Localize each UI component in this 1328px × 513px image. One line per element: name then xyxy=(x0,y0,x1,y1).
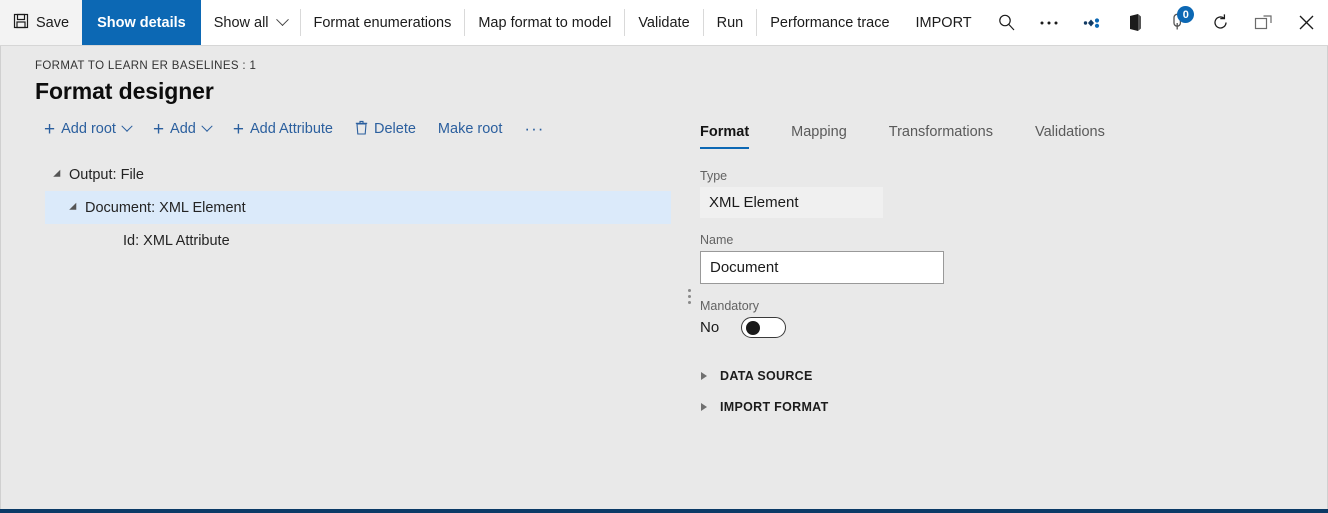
show-details-label: Show details xyxy=(97,14,186,31)
tree-node-document-xml-element[interactable]: Document: XML Element xyxy=(45,191,671,224)
expand-collapse-icon[interactable] xyxy=(47,170,69,180)
popout-icon[interactable] xyxy=(1242,0,1285,45)
format-tree: Output: File Document: XML Element Id: X… xyxy=(1,149,678,257)
run-button[interactable]: Run xyxy=(704,0,757,45)
breadcrumb: FORMAT TO LEARN ER BASELINES : 1 xyxy=(35,60,257,72)
add-attribute-label: Add Attribute xyxy=(249,121,333,137)
details-tablist: Format Mapping Transformations Validatio… xyxy=(700,109,1327,149)
splitter-grip-icon xyxy=(687,289,691,304)
chevron-down-icon xyxy=(121,120,133,132)
plus-icon: + xyxy=(44,118,56,140)
tab-validations[interactable]: Validations xyxy=(1035,120,1121,149)
chevron-down-icon xyxy=(275,13,289,27)
validate-button[interactable]: Validate xyxy=(625,0,702,45)
plus-icon: + xyxy=(152,118,165,140)
page-title: Format designer xyxy=(35,78,214,104)
tree-node-output-file[interactable]: Output: File xyxy=(45,158,671,191)
performance-trace-button[interactable]: Performance trace xyxy=(757,0,902,45)
tab-transformations[interactable]: Transformations xyxy=(889,120,1009,149)
tab-label: Format xyxy=(700,124,750,140)
delete-button[interactable]: Delete xyxy=(346,115,425,144)
type-value: XML Element xyxy=(700,187,883,218)
format-designer-window: Save Show details Show all Format enumer… xyxy=(0,0,1328,513)
trash-icon xyxy=(355,120,368,139)
type-label: Type xyxy=(700,169,728,183)
tab-mapping[interactable]: Mapping xyxy=(791,120,863,149)
save-button[interactable]: Save xyxy=(0,0,83,45)
delete-label: Delete xyxy=(374,121,416,137)
show-all-dropdown[interactable]: Show all xyxy=(201,0,300,45)
tree-pane: + Add root + Add + Add Attribute Delete … xyxy=(1,109,678,484)
tab-format[interactable]: Format xyxy=(700,120,765,149)
settings-diamond-icon[interactable] xyxy=(1071,0,1114,45)
overflow-ellipsis-icon[interactable] xyxy=(1028,0,1071,45)
notifications-badge: 0 xyxy=(1177,6,1195,23)
chevron-right-icon xyxy=(701,403,707,411)
map-format-to-model-label: Map format to model xyxy=(478,14,612,31)
expand-collapse-icon[interactable] xyxy=(63,203,85,213)
tree-node-id-xml-attribute[interactable]: Id: XML Attribute xyxy=(45,224,671,257)
section-import-format[interactable]: IMPORT FORMAT xyxy=(700,393,1327,421)
performance-trace-label: Performance trace xyxy=(770,14,890,31)
tab-label: Transformations xyxy=(888,124,993,140)
name-input[interactable]: Document xyxy=(700,251,944,284)
tree-node-label: Id: XML Attribute xyxy=(123,232,230,249)
overflow-ellipsis-icon: ··· xyxy=(524,119,545,138)
tab-label: Validations xyxy=(1035,124,1105,140)
page-header: FORMAT TO LEARN ER BASELINES : 1 Format … xyxy=(1,46,1327,109)
mandatory-field-group: Mandatory No xyxy=(700,299,1327,338)
format-enumerations-button[interactable]: Format enumerations xyxy=(301,0,465,45)
chevron-down-icon xyxy=(201,120,213,132)
page-body: FORMAT TO LEARN ER BASELINES : 1 Format … xyxy=(0,46,1328,509)
office-app-launcher-icon[interactable] xyxy=(1113,0,1156,45)
pane-splitter[interactable] xyxy=(678,109,700,484)
validate-label: Validate xyxy=(638,14,690,31)
mandatory-value: No xyxy=(700,319,720,336)
add-label: Add xyxy=(170,121,196,137)
name-field-group: Name Document xyxy=(700,233,1327,284)
format-enumerations-label: Format enumerations xyxy=(313,14,452,31)
save-label: Save xyxy=(36,14,70,31)
add-button[interactable]: + Add xyxy=(144,116,220,142)
mandatory-label: Mandatory xyxy=(700,299,760,313)
search-icon[interactable] xyxy=(985,0,1028,45)
plus-icon: + xyxy=(232,118,244,140)
tree-node-label: Output: File xyxy=(69,166,144,183)
run-label: Run xyxy=(716,14,744,31)
chevron-right-icon xyxy=(701,372,707,380)
add-root-button[interactable]: + Add root xyxy=(35,116,140,142)
show-all-label: Show all xyxy=(213,14,269,31)
tree-more-button[interactable]: ··· xyxy=(515,119,553,139)
add-attribute-button[interactable]: + Add Attribute xyxy=(224,116,342,142)
toggle-knob xyxy=(746,321,761,335)
name-label: Name xyxy=(700,233,734,247)
close-icon[interactable] xyxy=(1285,0,1328,45)
mandatory-toggle[interactable] xyxy=(741,317,787,338)
section-data-source[interactable]: DATA SOURCE xyxy=(700,362,1327,390)
make-root-label: Make root xyxy=(437,121,503,137)
tree-node-label: Document: XML Element xyxy=(85,199,246,216)
map-format-to-model-button[interactable]: Map format to model xyxy=(465,0,624,45)
details-pane: Format Mapping Transformations Validatio… xyxy=(700,109,1327,484)
show-details-button[interactable]: Show details xyxy=(82,0,201,45)
split-container: + Add root + Add + Add Attribute Delete … xyxy=(1,109,1327,484)
add-root-label: Add root xyxy=(61,121,116,137)
type-field-group: Type XML Element xyxy=(700,169,1327,218)
section-label: DATA SOURCE xyxy=(720,369,813,383)
notifications-icon[interactable]: 0 xyxy=(1156,0,1199,45)
tree-action-toolbar: + Add root + Add + Add Attribute Delete … xyxy=(1,109,678,149)
tab-label: Mapping xyxy=(791,124,847,140)
save-icon xyxy=(13,13,29,33)
refresh-icon[interactable] xyxy=(1199,0,1242,45)
command-bar: Save Show details Show all Format enumer… xyxy=(0,0,1328,46)
import-button[interactable]: IMPORT xyxy=(903,0,985,45)
make-root-button[interactable]: Make root xyxy=(429,116,511,142)
import-label: IMPORT xyxy=(915,14,972,31)
section-label: IMPORT FORMAT xyxy=(720,400,829,414)
